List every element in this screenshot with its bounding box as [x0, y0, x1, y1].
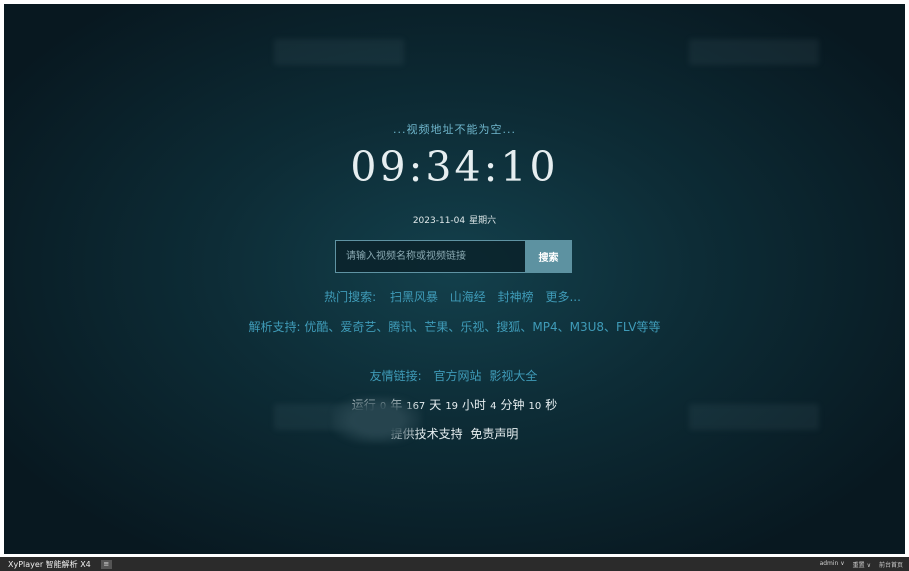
taskbar: XyPlayer 智能解析 X4 ≡ admin ∨ 重置 ∨ 前台首页 [0, 557, 909, 571]
blurred-block [274, 39, 404, 65]
credit-line: 提供技术支持 免责声明 [4, 425, 905, 442]
blurred-block [689, 39, 819, 65]
menu-icon[interactable]: ≡ [100, 559, 112, 569]
weekday: 星期六 [469, 216, 497, 226]
status-message: ...视频地址不能为空... [393, 123, 516, 136]
runtime-second-unit: 秒 [545, 398, 558, 412]
hot-search-label: 热门搜索: [324, 290, 377, 304]
friend-link-official[interactable]: 官方网站 [434, 369, 482, 383]
friend-links: 友情链接: 官方网站 影视大全 [4, 367, 905, 384]
taskbar-app-title[interactable]: XyPlayer 智能解析 X4 [8, 559, 91, 570]
date-line: 2023-11-04 星期六 [4, 213, 905, 226]
taskbar-frontpage-link[interactable]: 前台首页 [879, 560, 903, 569]
disclaimer-link[interactable]: 免责声明 [470, 427, 518, 441]
hot-search-link[interactable]: 山海经 [450, 290, 486, 304]
search-button[interactable]: 搜索 [525, 240, 572, 273]
runtime-counter: 运行0年167天19小时4分钟10秒 [4, 396, 905, 413]
taskbar-user-menu[interactable]: admin ∨ [820, 560, 845, 569]
hot-search-link[interactable]: 封神榜 [498, 290, 534, 304]
friend-links-label: 友情链接: [369, 369, 422, 383]
date-value: 2023-11-04 [412, 216, 466, 226]
taskbar-reset-menu[interactable]: 重置 ∨ [853, 560, 871, 569]
clock: 09:34:10 [350, 143, 559, 191]
hot-search-link[interactable]: 扫黑风暴 [390, 290, 438, 304]
taskbar-right: admin ∨ 重置 ∨ 前台首页 [820, 560, 903, 569]
obscured-region [332, 396, 422, 444]
player-background: ...视频地址不能为空... 09:34:10 2023-11-04星期六 搜索… [4, 4, 905, 554]
search-form: 搜索 [335, 240, 572, 273]
friend-link-movies[interactable]: 影视大全 [489, 369, 537, 383]
runtime-seconds: 10 [528, 401, 542, 412]
hot-search-more-link[interactable]: 更多... [545, 290, 580, 304]
runtime-minutes: 4 [490, 401, 497, 412]
runtime-hour-unit: 小时 [462, 398, 487, 412]
parse-support-text: 解析支持: 优酷、爱奇艺、腾讯、芒果、乐视、搜狐、MP4、M3U8、FLV等等 [248, 320, 661, 334]
hot-search: 热门搜索: 扫黑风暴 山海经 封神榜 更多... [4, 288, 905, 305]
runtime-minute-unit: 分钟 [500, 398, 525, 412]
search-input[interactable] [335, 240, 525, 273]
runtime-hours: 19 [445, 401, 459, 412]
runtime-day-unit: 天 [429, 398, 442, 412]
